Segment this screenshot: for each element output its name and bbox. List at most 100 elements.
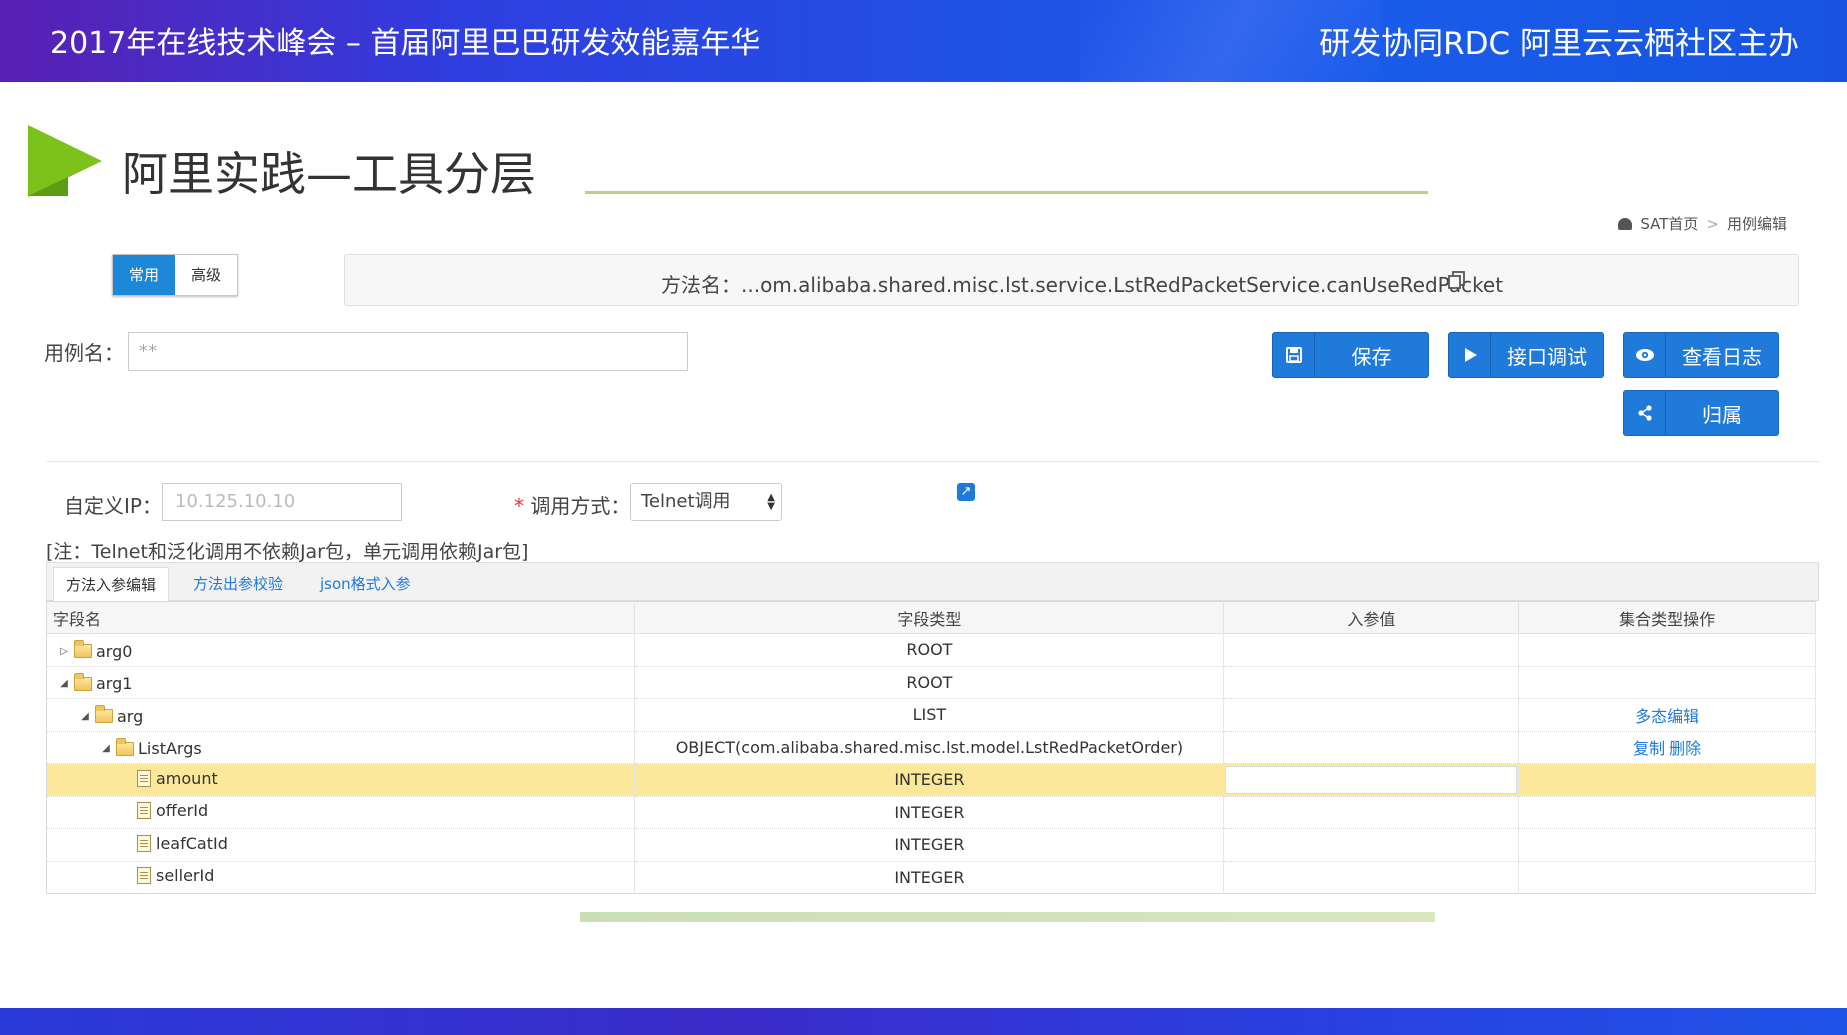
table-row[interactable]: ◢ arg1 ROOT [46, 666, 1816, 699]
field-name: offerId [156, 801, 209, 821]
input-value-cell[interactable] [1223, 828, 1520, 862]
call-mode-select[interactable]: Telnet调用 ▲ ▼ [630, 483, 782, 521]
table-row[interactable]: offerId INTEGER [46, 796, 1816, 829]
mode-common-button[interactable]: 常用 [113, 255, 176, 295]
field-name: arg [117, 706, 144, 726]
ops-cell: 多态编辑 [1518, 698, 1816, 732]
organizer-text: 研发协同RDC 阿里云云栖社区主办 [1319, 26, 1799, 62]
ops-cell [1518, 763, 1816, 797]
field-type: OBJECT(com.alibaba.shared.misc.lst.model… [634, 731, 1225, 764]
field-name: sellerId [156, 866, 215, 886]
slide-title: 阿里实践—工具分层 [122, 147, 536, 201]
debug-button[interactable]: 接口调试 [1448, 332, 1604, 378]
input-value-cell[interactable] [1223, 633, 1520, 667]
case-name-input[interactable]: ** [128, 332, 688, 371]
input-value-cell[interactable] [1223, 861, 1520, 894]
call-mode-label-text: 调用方式： [530, 494, 631, 518]
input-value-cell[interactable] [1223, 666, 1520, 699]
field-name-cell: leafCatId [46, 828, 636, 862]
field-type: INTEGER [634, 861, 1225, 894]
mode-toggle: 常用 高级 [112, 254, 239, 296]
tab-method-input[interactable]: 方法入参编辑 [53, 567, 170, 602]
belong-button[interactable]: 归属 [1623, 390, 1779, 436]
external-link-icon[interactable]: ↗ [957, 483, 975, 501]
ops-cell: 复制 删除 [1518, 731, 1816, 764]
save-button[interactable]: 保存 [1272, 332, 1429, 378]
field-name: arg0 [96, 641, 133, 661]
jar-note: [注：Telnet和泛化调用不依赖Jar包，单元调用依赖Jar包] [46, 541, 529, 563]
field-name-cell: ◢ arg1 [46, 666, 636, 699]
folder-icon [74, 672, 92, 691]
field-type: INTEGER [634, 763, 1225, 797]
field-name: leafCatId [156, 833, 228, 853]
belong-label: 归属 [1702, 402, 1742, 427]
input-value-cell[interactable] [1223, 731, 1520, 764]
ops-cell [1518, 633, 1816, 667]
collapse-toggle-icon[interactable]: ◢ [57, 678, 71, 689]
save-icon [1273, 333, 1315, 377]
breadcrumb-current: 用例编辑 [1726, 215, 1787, 233]
field-name: arg1 [96, 674, 133, 694]
breadcrumb-separator: > [1706, 214, 1719, 233]
polymorphic-edit-link[interactable]: 多态编辑 [1635, 707, 1699, 726]
view-log-label: 查看日志 [1682, 344, 1762, 369]
collapse-toggle-icon[interactable]: ◢ [99, 743, 113, 754]
file-icon [137, 867, 151, 885]
mode-advanced-button[interactable]: 高级 [175, 255, 238, 295]
table-row[interactable]: ◢ ListArgs OBJECT(com.alibaba.shared.misc… [46, 731, 1816, 764]
tabs-bar: 方法入参编辑 方法出参校验 json格式入参 [46, 562, 1819, 602]
file-icon [137, 769, 151, 787]
field-type: INTEGER [634, 828, 1225, 862]
conference-title: 2017年在线技术峰会 – 首届阿里巴巴研发效能嘉年华 [50, 26, 761, 61]
select-caret-icon: ▲ ▼ [767, 492, 775, 512]
tab-method-output[interactable]: 方法出参校验 [181, 567, 295, 602]
field-type: INTEGER [634, 796, 1225, 829]
table-row-selected[interactable]: amount INTEGER [46, 763, 1816, 797]
input-value-cell [1223, 763, 1520, 797]
field-name-cell: ▷ arg0 [46, 633, 636, 667]
expand-toggle-icon[interactable]: ▷ [57, 646, 71, 657]
call-mode-label: * 调用方式： [514, 490, 630, 519]
bottom-bar [0, 1008, 1847, 1035]
faded-decoration [580, 912, 1435, 922]
collapse-toggle-icon[interactable]: ◢ [78, 711, 92, 722]
folder-icon [95, 705, 113, 724]
method-name-box: 方法名：...om.alibaba.shared.misc.lst.servic… [344, 254, 1799, 306]
custom-ip-label: 自定义IP： [64, 494, 162, 518]
tab-json-input[interactable]: json格式入参 [308, 567, 423, 602]
section-divider [46, 461, 1819, 462]
custom-ip-input[interactable]: 10.125.10.10 [162, 483, 402, 521]
copy-icon[interactable] [1447, 270, 1467, 290]
required-mark: * [514, 494, 524, 518]
table-row[interactable]: ◢ arg LIST 多态编辑 [46, 698, 1816, 732]
call-mode-value: Telnet调用 [641, 491, 731, 512]
ops-cell [1518, 796, 1816, 829]
ops-cell [1518, 861, 1816, 894]
title-underline [585, 191, 1428, 194]
param-table: 字段名 字段类型 入参值 集合类型操作 ▷ arg0 ROOT ◢ arg1 ROO… [46, 601, 1816, 894]
table-row[interactable]: ▷ arg0 ROOT [46, 633, 1816, 667]
delete-link[interactable]: 删除 [1669, 739, 1701, 758]
debug-label: 接口调试 [1507, 344, 1587, 369]
amount-value-input[interactable] [1225, 765, 1518, 794]
input-value-cell[interactable] [1223, 796, 1520, 829]
view-log-button[interactable]: 查看日志 [1623, 332, 1779, 378]
input-value-cell[interactable] [1223, 698, 1520, 732]
field-name: amount [156, 768, 218, 788]
ops-cell [1518, 666, 1816, 699]
file-icon [137, 802, 151, 820]
header-input-value: 入参值 [1223, 601, 1520, 634]
field-name-cell: amount [46, 763, 636, 797]
copy-link[interactable]: 复制 [1633, 739, 1665, 758]
case-name-label: 用例名： [44, 341, 124, 365]
dashboard-icon [1618, 217, 1633, 230]
field-name-cell: ◢ ListArgs [46, 731, 636, 764]
table-header-row: 字段名 字段类型 入参值 集合类型操作 [46, 601, 1816, 634]
folder-icon [116, 737, 134, 756]
table-row[interactable]: sellerId INTEGER [46, 861, 1816, 894]
breadcrumb-home[interactable]: SAT首页 [1640, 213, 1698, 234]
share-icon [1624, 391, 1666, 435]
method-name-text: 方法名：...om.alibaba.shared.misc.lst.servic… [661, 269, 1503, 298]
breadcrumb: SAT首页 > 用例编辑 [1618, 213, 1787, 234]
table-row[interactable]: leafCatId INTEGER [46, 828, 1816, 862]
